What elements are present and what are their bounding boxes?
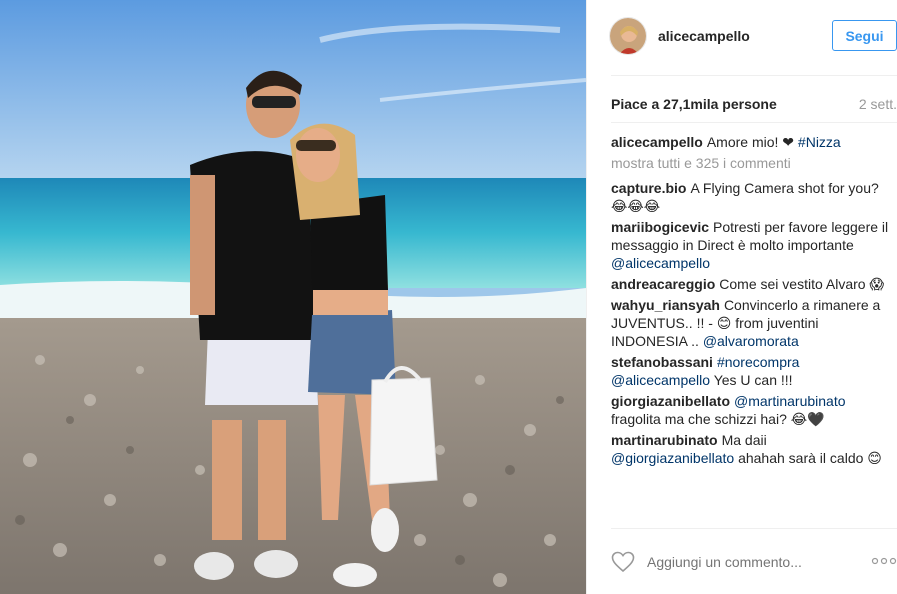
comment-text: Come sei vestito Alvaro 😱 <box>719 276 885 292</box>
post-header: alicecampello Segui <box>609 16 897 56</box>
like-heart-icon[interactable] <box>611 551 635 573</box>
caption: alicecampello Amore mio! ❤ #Nizza <box>611 133 891 151</box>
comment-text: ahahah sarà il caldo 😊 <box>738 450 882 466</box>
comment-text: fragolita ma che schizzi hai? 😂🖤 <box>611 411 825 427</box>
post-username[interactable]: alicecampello <box>658 28 750 44</box>
post-photo[interactable] <box>0 0 586 594</box>
show-all-comments-link[interactable]: mostra tutti e 325 i commenti <box>611 154 891 172</box>
comment-text: Yes U can !!! <box>713 372 793 388</box>
post-time[interactable]: 2 sett. <box>859 96 897 114</box>
ellipsis-icon[interactable] <box>871 556 897 566</box>
add-comment-input[interactable] <box>647 554 857 570</box>
header-divider <box>611 75 897 76</box>
avatar[interactable] <box>609 17 647 55</box>
comment-mention[interactable]: @giorgiazanibellato <box>611 450 734 466</box>
comment-username[interactable]: giorgiazanibellato <box>611 393 730 409</box>
comment-item: martinarubinato Ma daii @giorgiazanibella… <box>611 431 891 467</box>
caption-hashtag[interactable]: #Nizza <box>798 134 841 150</box>
caption-text: Amore mio! ❤ <box>706 134 795 150</box>
comment-username[interactable]: martinarubinato <box>611 432 718 448</box>
comment-username[interactable]: capture.bio <box>611 180 686 196</box>
comment-item: capture.bio A Flying Camera shot for you?… <box>611 179 891 215</box>
likes-row: Piace a 27,1mila persone 2 sett. <box>611 96 897 114</box>
comment-item: stefanobassani #norecompra @alicecampello… <box>611 353 891 389</box>
comment-mention[interactable]: @martinarubinato <box>734 393 846 409</box>
comment-username[interactable]: wahyu_riansyah <box>611 297 720 313</box>
comment-username[interactable]: andreacareggio <box>611 276 715 292</box>
caption-username[interactable]: alicecampello <box>611 134 703 150</box>
add-comment-row <box>611 548 897 576</box>
comments-list: alicecampello Amore mio! ❤ #Nizza mostra … <box>611 133 891 470</box>
comment-item: mariibogicevic Potresti per favore legger… <box>611 218 891 272</box>
comment-item: giorgiazanibellato @martinarubinato frago… <box>611 392 891 428</box>
comment-item: andreacareggio Come sei vestito Alvaro 😱 <box>611 275 891 293</box>
comment-mention[interactable]: @alvaromorata <box>703 333 799 349</box>
comment-username[interactable]: stefanobassani <box>611 354 713 370</box>
comment-mention[interactable]: @alicecampello <box>611 255 710 271</box>
comment-text: Ma daii <box>721 432 767 448</box>
comment-username[interactable]: mariibogicevic <box>611 219 709 235</box>
comment-item: wahyu_riansyah Convincerlo a rimanere a J… <box>611 296 891 350</box>
comments-divider <box>611 528 897 529</box>
post-side-panel: alicecampello Segui Piace a 27,1mila per… <box>586 0 897 594</box>
likes-divider <box>611 122 897 123</box>
follow-button[interactable]: Segui <box>832 20 897 51</box>
instagram-post: alicecampello Segui Piace a 27,1mila per… <box>0 0 897 594</box>
likes-count[interactable]: Piace a 27,1mila persone <box>611 96 777 114</box>
